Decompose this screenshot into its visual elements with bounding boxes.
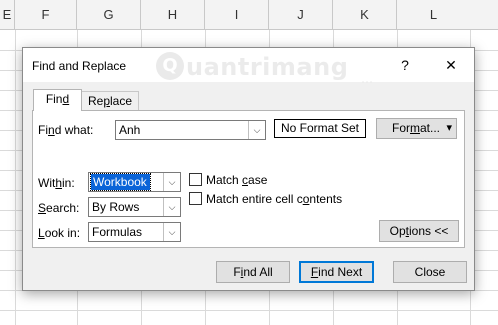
- column-header-k[interactable]: K: [333, 0, 397, 30]
- grid-line: [0, 310, 498, 311]
- match-case-checkbox[interactable]: [189, 173, 202, 186]
- close-icon[interactable]: ✕: [438, 53, 464, 77]
- column-header-f[interactable]: F: [15, 0, 77, 30]
- column-header-e[interactable]: E: [0, 0, 15, 30]
- tab-replace-label: Replace: [87, 94, 133, 108]
- search-select[interactable]: By Rows ⌵: [88, 197, 181, 217]
- options-button[interactable]: Options <<: [379, 220, 459, 242]
- look-in-value: Formulas: [92, 225, 143, 239]
- format-preview: No Format Set: [274, 119, 366, 138]
- find-replace-dialog: Find and Replace Q uantrimang ··· ? ✕ Fi…: [22, 47, 475, 291]
- help-button[interactable]: ?: [392, 53, 418, 77]
- within-select[interactable]: Workbook ⌵: [88, 172, 181, 192]
- close-button[interactable]: Close: [393, 261, 467, 283]
- find-all-button[interactable]: Find All: [216, 261, 290, 283]
- chevron-down-icon[interactable]: ⌵: [163, 198, 180, 216]
- chevron-down-icon[interactable]: ⌵: [248, 121, 265, 139]
- grid-line: [15, 30, 16, 325]
- column-header-row: E F G H I J K L: [0, 0, 498, 30]
- dropdown-arrow-icon: ▾: [446, 122, 452, 134]
- find-what-label: Find what:: [38, 123, 94, 137]
- chevron-down-icon[interactable]: ⌵: [163, 173, 180, 191]
- column-header-l[interactable]: L: [397, 0, 498, 30]
- search-label: Search:: [38, 201, 80, 215]
- dialog-title: Find and Replace: [32, 59, 127, 73]
- match-case-label[interactable]: Match case: [206, 173, 267, 187]
- tab-replace[interactable]: Replace: [82, 91, 139, 112]
- column-header-i[interactable]: I: [205, 0, 269, 30]
- watermark-text: uantrimang: [186, 53, 349, 81]
- format-button[interactable]: Format... ▾: [376, 118, 457, 139]
- watermark-dots: ···: [361, 74, 373, 88]
- within-value: Workbook: [90, 173, 151, 191]
- dialog-titlebar[interactable]: Find and Replace Q uantrimang ··· ? ✕: [23, 48, 474, 88]
- column-header-h[interactable]: H: [141, 0, 205, 30]
- column-header-g[interactable]: G: [77, 0, 141, 30]
- watermark-logo: Q uantrimang ···: [156, 52, 391, 88]
- tab-find[interactable]: Find: [33, 89, 82, 111]
- find-what-combobox[interactable]: Anh ⌵: [115, 120, 266, 140]
- watermark-q-icon: Q: [156, 52, 184, 80]
- look-in-label: Look in:: [38, 226, 81, 240]
- match-entire-cell-label[interactable]: Match entire cell contents: [206, 192, 342, 206]
- match-entire-cell-checkbox[interactable]: [189, 192, 202, 205]
- column-header-j[interactable]: J: [269, 0, 333, 30]
- tab-find-label: Find: [45, 92, 70, 106]
- within-label: Within:: [38, 176, 75, 190]
- look-in-select[interactable]: Formulas ⌵: [88, 222, 181, 242]
- search-value: By Rows: [92, 200, 140, 214]
- chevron-down-icon[interactable]: ⌵: [163, 223, 180, 241]
- find-what-value: Anh: [119, 123, 141, 137]
- find-next-button[interactable]: Find Next: [299, 261, 374, 283]
